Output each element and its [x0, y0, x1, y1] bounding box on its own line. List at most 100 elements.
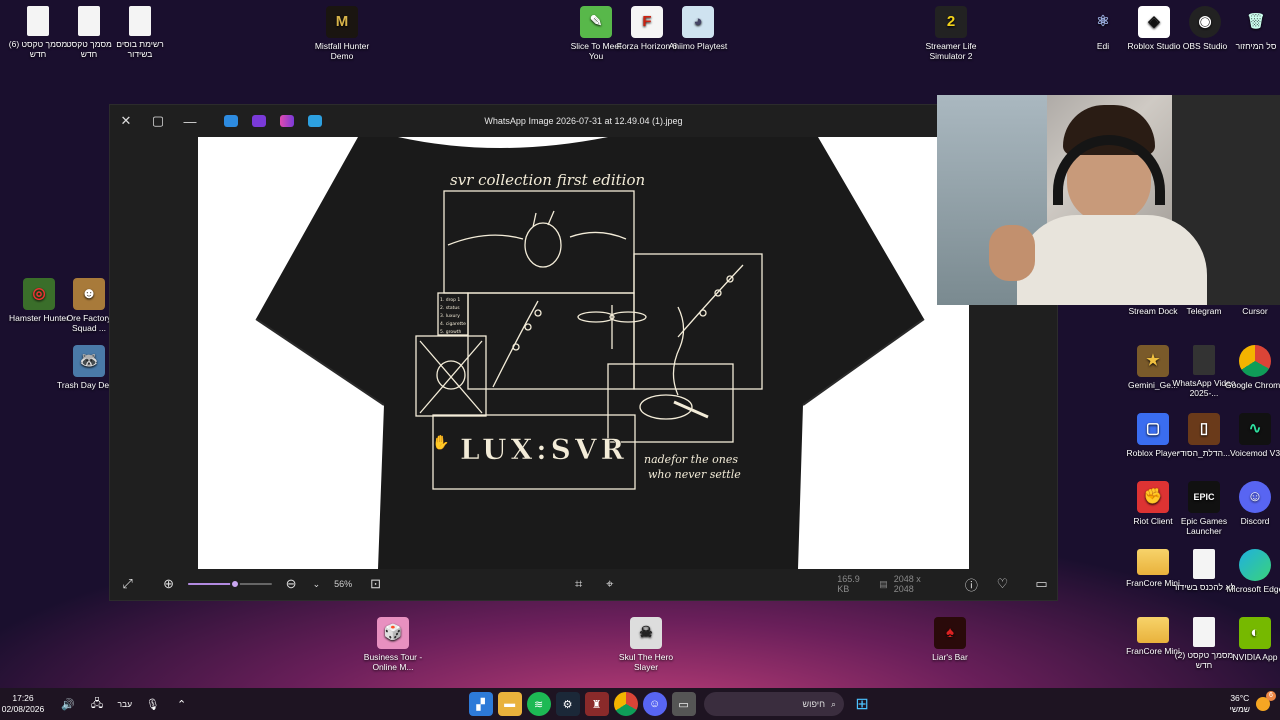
fullscreen-icon[interactable]: ⤢	[112, 568, 143, 600]
aniimo-icon: ◕	[682, 6, 714, 38]
taskbar-discord-icon[interactable]: ☺	[642, 692, 667, 716]
taskbar-spotify-icon[interactable]: ≋	[526, 692, 551, 716]
image-canvas[interactable]: svr collection first edition 1. drop 1 2…	[198, 137, 969, 569]
desktop-icon-liars-bar[interactable]: ♠ Liar's Bar	[918, 617, 982, 662]
zoom-level[interactable]: 56%	[334, 579, 352, 589]
desktop-icon-boss-list[interactable]: רשימת בוסים בשידור	[108, 6, 172, 59]
text-document-icon	[27, 6, 49, 36]
onedrive-icon[interactable]	[224, 115, 238, 127]
taskbar-window-icon[interactable]: ▭	[671, 692, 696, 716]
roblox-studio-icon: ◈	[1138, 6, 1170, 38]
desktop-icon-streamer-life[interactable]: 2 Streamer Life Simulator 2	[919, 6, 983, 61]
filmstrip-icon[interactable]: ▭	[1026, 568, 1057, 600]
folder-icon	[1137, 549, 1169, 575]
webcam-overlay	[937, 95, 1280, 305]
weather[interactable]: 36°C שמשי	[1230, 693, 1250, 715]
slice-icon: ✎	[580, 6, 612, 38]
hand-cursor-icon: ✋	[432, 434, 449, 450]
desktop-icon-discord[interactable]: ☺ Discord	[1223, 481, 1280, 526]
zoom-in-icon[interactable]: ⊕	[153, 568, 184, 600]
nvidia-icon: ◐	[1239, 617, 1271, 649]
chevron-up-icon[interactable]: ⌃	[170, 692, 194, 716]
crop-icon[interactable]: ⌖	[594, 568, 625, 600]
text-document-icon	[1193, 549, 1215, 579]
close-icon[interactable]: ✕	[110, 105, 142, 137]
taskbar-steam-icon[interactable]: ⚙	[555, 692, 580, 716]
video-file-icon	[1193, 345, 1215, 375]
desktop-icon-mistfall[interactable]: M Mistfall Hunter Demo	[310, 6, 374, 61]
minimize-icon[interactable]: —	[174, 105, 206, 137]
folder-icon	[1137, 617, 1169, 643]
liars-bar-icon: ♠	[934, 617, 966, 649]
tagline-line1: nadefor the ones	[644, 453, 738, 466]
text-document-icon	[1193, 617, 1215, 647]
ore-factory-icon: ☻	[73, 278, 105, 310]
hamster-hunter-icon: ◎	[23, 278, 55, 310]
search-placeholder: חיפוש	[802, 699, 826, 709]
riot-icon: ✊	[1137, 481, 1169, 513]
desktop-icon-aniimo[interactable]: ◕ Aniimo Playtest	[666, 6, 730, 51]
save-icon: ▤	[879, 578, 888, 589]
desktop-icon-chrome[interactable]: Google Chrome	[1223, 345, 1280, 390]
start-windows-icon[interactable]: ⊞	[850, 692, 874, 716]
language-indicator[interactable]: עבר	[118, 699, 133, 709]
microphone-icon[interactable]: 🎙	[141, 692, 165, 716]
desktop-icon-cursor[interactable]: Cursor	[1223, 306, 1280, 316]
title-bar: ✕ ▢ — WhatsApp Image 2026-07-31 at 12.49…	[110, 105, 1057, 137]
desktop-icon-skul[interactable]: ☠ Skul The Hero Slayer	[614, 617, 678, 672]
taskbar-explorer-icon[interactable]: ▬	[497, 692, 522, 716]
taskbar-photos-icon[interactable]: ▞	[468, 692, 493, 716]
clock[interactable]: 17:26 02/08/2026	[0, 693, 46, 715]
person-body	[1017, 215, 1207, 305]
zoom-slider[interactable]	[188, 578, 272, 590]
edge-icon	[1239, 549, 1271, 581]
zoom-out-icon[interactable]: ⊖	[276, 568, 307, 600]
file-size: 165.9 KB	[837, 574, 860, 594]
taskbar-app-icon[interactable]: ♜	[584, 692, 609, 716]
sun-icon: 6	[1256, 691, 1276, 711]
text-document-icon	[78, 6, 100, 36]
svg-text:1. drop 1: 1. drop 1	[440, 297, 460, 303]
desktop-icon-voicemod[interactable]: ∿ Voicemod V3	[1223, 413, 1280, 458]
epic-games-icon: EPIC	[1188, 481, 1220, 513]
paint-icon[interactable]	[308, 115, 322, 127]
info-icon[interactable]: ⓘ	[956, 568, 987, 600]
tshirt-image: svr collection first edition 1. drop 1 2…	[255, 137, 925, 569]
hand	[989, 225, 1035, 281]
voicemod-icon: ∿	[1239, 413, 1271, 445]
image-dimensions: 2048 x 2048	[893, 574, 921, 594]
search-icon: ⌕	[831, 698, 837, 709]
business-tour-icon: 🎲	[377, 617, 409, 649]
maximize-icon[interactable]: ▢	[142, 105, 174, 137]
desktop-icon-nvidia[interactable]: ◐ NVIDIA App	[1223, 617, 1280, 662]
fit-to-window-icon[interactable]: ⊡	[360, 568, 391, 600]
dice-text: LUX:SVR	[460, 433, 628, 466]
desktop-icon-business-tour[interactable]: 🎲 Business Tour - Online M...	[361, 617, 425, 672]
designer-icon[interactable]	[280, 115, 294, 127]
desktop-icon-recycle-bin[interactable]: 🗑 סל המיחזור	[1224, 6, 1280, 51]
chrome-icon	[1239, 345, 1271, 377]
shirt-heading: svr collection first edition	[450, 171, 645, 189]
photos-window: ✕ ▢ — WhatsApp Image 2026-07-31 at 12.49…	[109, 104, 1058, 601]
search-box[interactable]: חיפוש ⌕	[704, 692, 845, 716]
taskbar-chrome-icon[interactable]	[613, 692, 638, 716]
network-icon[interactable]: 🖧	[85, 692, 109, 716]
clipchamp-icon[interactable]	[252, 115, 266, 127]
visual-search-icon[interactable]: ⌗	[563, 568, 594, 600]
streamer-life-icon: 2	[935, 6, 967, 38]
favorite-heart-icon[interactable]: ♡	[987, 568, 1018, 600]
forza-icon: F	[631, 6, 663, 38]
secret-door-icon: ▯	[1188, 413, 1220, 445]
text-document-icon	[129, 6, 151, 36]
notification-badge: 6	[1266, 691, 1276, 701]
atom-icon: ⚛	[1096, 13, 1110, 30]
skul-icon: ☠	[630, 617, 662, 649]
obs-icon: ◉	[1189, 6, 1221, 38]
chevron-down-icon[interactable]: ⌄	[307, 568, 326, 600]
desktop-icon-edge[interactable]: Microsoft Edge	[1223, 549, 1280, 594]
zoom-slider-thumb[interactable]	[229, 579, 240, 589]
svg-text:4. cigarette: 4. cigarette	[440, 321, 466, 327]
svg-text:5. growth: 5. growth	[440, 329, 462, 335]
bottom-toolbar: ⤢ ⊕ ⊖ ⌄ 56% ⊡ ⌗ ⌖ 165.9 KB ▤ 2048 x 2048…	[110, 568, 1057, 600]
speaker-icon[interactable]: 🔊	[56, 692, 80, 716]
